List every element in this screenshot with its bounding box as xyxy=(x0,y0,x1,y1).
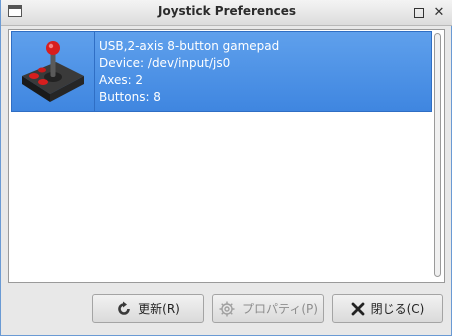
device-row[interactable]: USB,2-axis 8-button gamepad Device: /dev… xyxy=(11,31,432,112)
scrollbar-thumb[interactable] xyxy=(434,33,441,277)
gear-icon xyxy=(218,300,236,318)
close-label: 閉じる(C) xyxy=(370,302,425,316)
properties-label: プロパティ(P) xyxy=(242,302,318,316)
close-icon: ✕ xyxy=(433,5,445,20)
device-icon-cell xyxy=(12,32,95,111)
device-buttons: Buttons: 8 xyxy=(99,90,161,104)
joystick-icon xyxy=(22,41,84,102)
window-title: Joystick Preferences xyxy=(158,4,296,18)
device-path: Device: /dev/input/js0 xyxy=(99,56,231,70)
title-bar[interactable]: Joystick Preferences ✕ xyxy=(1,0,452,26)
maximize-icon xyxy=(414,8,424,18)
vertical-scrollbar[interactable] xyxy=(432,31,444,281)
device-info: USB,2-axis 8-button gamepad Device: /dev… xyxy=(99,38,279,106)
device-axes: Axes: 2 xyxy=(99,73,144,87)
joystick-preferences-window: Joystick Preferences ✕ USB,2-axis 8-butt… xyxy=(0,0,452,336)
device-name: USB,2-axis 8-button gamepad xyxy=(99,39,280,53)
close-window-button[interactable]: ✕ xyxy=(431,5,447,21)
maximize-button[interactable] xyxy=(411,5,427,21)
close-button[interactable]: 閉じる(C) xyxy=(332,294,443,323)
refresh-button[interactable]: 更新(R) xyxy=(92,294,204,323)
refresh-label: 更新(R) xyxy=(138,302,180,316)
properties-button[interactable]: プロパティ(P) xyxy=(212,294,324,323)
close-x-icon xyxy=(351,302,365,316)
refresh-icon xyxy=(116,301,132,317)
device-list[interactable]: USB,2-axis 8-button gamepad Device: /dev… xyxy=(8,29,445,283)
